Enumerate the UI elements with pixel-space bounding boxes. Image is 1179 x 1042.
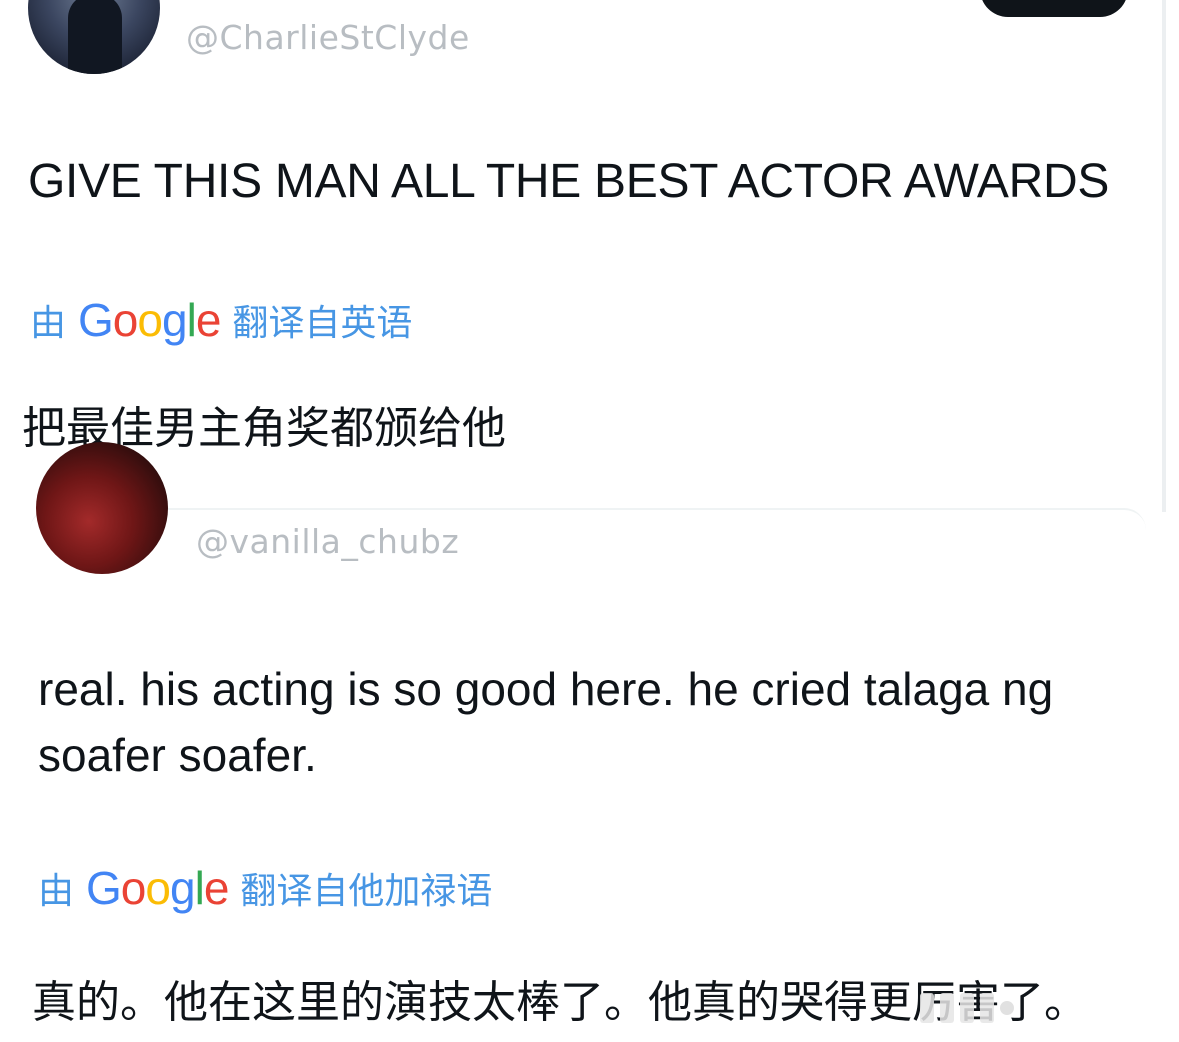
google-letter: G: [78, 294, 114, 346]
google-letter: o: [112, 294, 139, 346]
translation-attribution[interactable]: 由 Google 翻译自他加禄语: [38, 860, 492, 916]
watermark-mark: [920, 993, 934, 1023]
watermark-mark: [980, 993, 994, 1023]
google-letter: e: [195, 294, 222, 346]
google-letter: o: [120, 862, 147, 914]
user-handle[interactable]: @vanilla_chubz: [196, 522, 459, 561]
tweet-text: real. his acting is so good here. he cri…: [38, 663, 1054, 781]
translation-attribution[interactable]: 由 Google 翻译自英语: [30, 292, 412, 348]
google-letter: o: [137, 294, 163, 346]
tweet-card-1: @CharlieStClyde GIVE THIS MAN ALL THE BE…: [0, 0, 1179, 512]
watermark-mark: [1000, 1001, 1014, 1015]
avatar-figure: [68, 0, 122, 74]
watermark-mark: [960, 993, 974, 1023]
tweet-card-2: @vanilla_chubz real. his acting is so go…: [0, 442, 1179, 1042]
scrollbar[interactable]: [1162, 0, 1166, 512]
google-letter: o: [145, 862, 171, 914]
google-letter: l: [186, 294, 197, 346]
google-logo: Google: [86, 861, 230, 915]
google-letter: G: [86, 862, 122, 914]
avatar[interactable]: [36, 442, 168, 574]
watermark: [920, 988, 1170, 1028]
translated-from-label: 翻译自他加禄语: [240, 870, 493, 911]
tweet-text: GIVE THIS MAN ALL THE BEST ACTOR AWARDS: [28, 155, 1110, 208]
google-letter: g: [169, 862, 196, 914]
follow-button[interactable]: [980, 0, 1128, 17]
translated-by-label: 由: [30, 302, 67, 343]
translated-by-label: 由: [38, 870, 75, 911]
watermark-mark: [940, 993, 954, 1023]
google-letter: l: [194, 862, 205, 914]
google-letter: g: [161, 294, 188, 346]
google-logo: Google: [78, 293, 222, 347]
translated-from-label: 翻译自英语: [232, 302, 413, 343]
user-handle[interactable]: @CharlieStClyde: [186, 18, 470, 57]
google-letter: e: [203, 862, 230, 914]
avatar[interactable]: [28, 0, 160, 74]
